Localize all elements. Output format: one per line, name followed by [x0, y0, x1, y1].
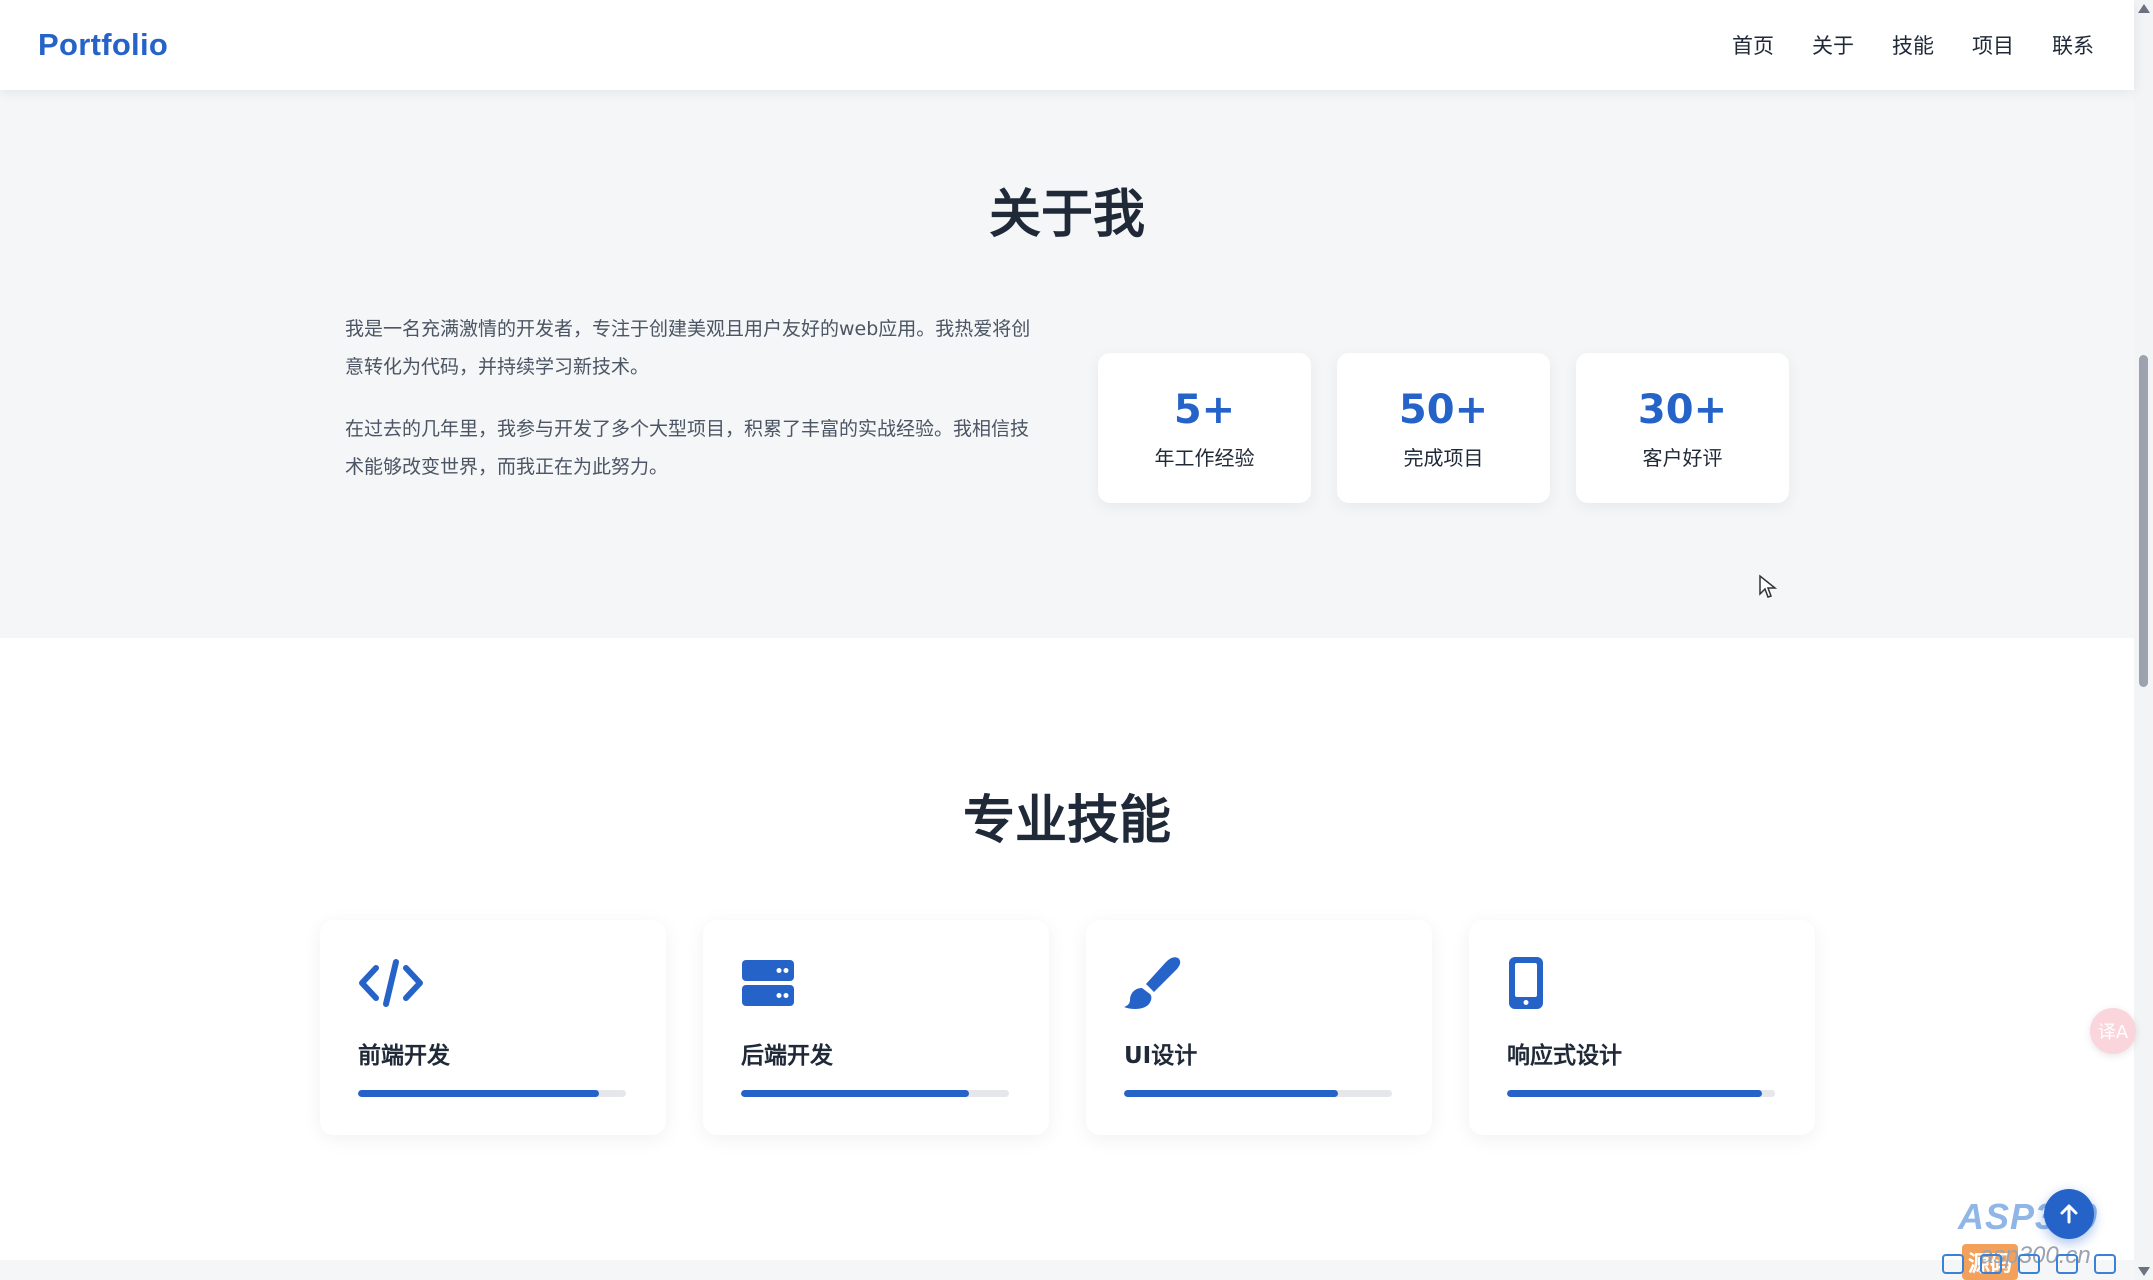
- stat-number: 50+: [1398, 386, 1489, 433]
- skill-progress-fill: [1124, 1090, 1339, 1097]
- about-section: 关于我 我是一名充满激情的开发者，专注于创建美观且用户友好的web应用。我热爱将…: [0, 90, 2134, 638]
- back-to-top-button[interactable]: [2044, 1189, 2094, 1239]
- site-logo[interactable]: Portfolio: [38, 27, 168, 63]
- stat-card-projects: 50+ 完成项目: [1337, 353, 1550, 503]
- stat-number: 30+: [1637, 386, 1728, 433]
- tray-icon[interactable]: [2018, 1254, 2040, 1274]
- nav-contact[interactable]: 联系: [2052, 30, 2094, 60]
- mouse-cursor-icon: [1759, 574, 1778, 598]
- next-section-edge: [0, 1260, 2134, 1280]
- tool-tray: [1942, 1254, 2116, 1274]
- tray-icon[interactable]: [2056, 1254, 2078, 1274]
- skill-name: 前端开发: [358, 1043, 450, 1069]
- about-text: 我是一名充满激情的开发者，专注于创建美观且用户友好的web应用。我热爱将创意转化…: [345, 310, 1035, 510]
- skill-name: UI设计: [1124, 1043, 1198, 1069]
- page-scrollbar[interactable]: [2134, 0, 2153, 1280]
- skills-section: 专业技能 前端开发 后端开发 UI设计 响应式设计: [0, 638, 2134, 1260]
- skill-progress-bar: [741, 1090, 1009, 1097]
- stat-label: 完成项目: [1403, 445, 1484, 470]
- stat-number: 5+: [1173, 386, 1236, 433]
- tray-icon[interactable]: [1942, 1254, 1964, 1274]
- server-icon: [741, 956, 1011, 1010]
- tray-icon[interactable]: [2094, 1254, 2116, 1274]
- skill-progress-fill: [358, 1090, 600, 1097]
- code-icon: [358, 956, 628, 1010]
- about-paragraph: 在过去的几年里，我参与开发了多个大型项目，积累了丰富的实战经验。我相信技术能够改…: [345, 418, 1030, 478]
- main-nav: 首页 关于 技能 项目 联系: [1732, 30, 2096, 60]
- mobile-icon: [1507, 956, 1777, 1010]
- skill-name: 后端开发: [741, 1043, 833, 1069]
- stat-card-experience: 5+ 年工作经验: [1098, 353, 1311, 503]
- scrollbar-thumb[interactable]: [2139, 355, 2148, 687]
- skills-title: 专业技能: [962, 791, 1171, 851]
- translate-button[interactable]: 译A: [2090, 1008, 2136, 1054]
- skill-cards: 前端开发 后端开发 UI设计 响应式设计: [320, 920, 1815, 1135]
- tray-icon[interactable]: [1980, 1254, 2002, 1274]
- skill-card-ui-design: UI设计: [1086, 920, 1432, 1135]
- skill-progress-bar: [358, 1090, 626, 1097]
- navbar: Portfolio 首页 关于 技能 项目 联系: [0, 0, 2134, 90]
- about-paragraph: 我是一名充满激情的开发者，专注于创建美观且用户友好的web应用。我热爱将创意转化…: [345, 318, 1031, 378]
- stat-card-reviews: 30+ 客户好评: [1576, 353, 1789, 503]
- nav-home[interactable]: 首页: [1732, 30, 1774, 60]
- stat-label: 客户好评: [1642, 445, 1723, 470]
- stats-row: 5+ 年工作经验 50+ 完成项目 30+ 客户好评: [1098, 353, 1789, 503]
- scroll-up-arrow-icon[interactable]: [2138, 4, 2150, 13]
- stat-label: 年工作经验: [1154, 445, 1255, 470]
- skill-progress-fill: [741, 1090, 969, 1097]
- nav-projects[interactable]: 项目: [1972, 30, 2014, 60]
- skill-card-responsive: 响应式设计: [1469, 920, 1815, 1135]
- skill-progress-bar: [1507, 1090, 1775, 1097]
- skill-card-backend: 后端开发: [703, 920, 1049, 1135]
- skill-progress-bar: [1124, 1090, 1392, 1097]
- skill-progress-fill: [1507, 1090, 1762, 1097]
- nav-about[interactable]: 关于: [1812, 30, 1854, 60]
- nav-skills[interactable]: 技能: [1892, 30, 1934, 60]
- about-title: 关于我: [988, 185, 1145, 245]
- skill-card-frontend: 前端开发: [320, 920, 666, 1135]
- skill-name: 响应式设计: [1507, 1043, 1622, 1069]
- arrow-up-icon: [2060, 1204, 2078, 1224]
- paint-brush-icon: [1124, 956, 1394, 1010]
